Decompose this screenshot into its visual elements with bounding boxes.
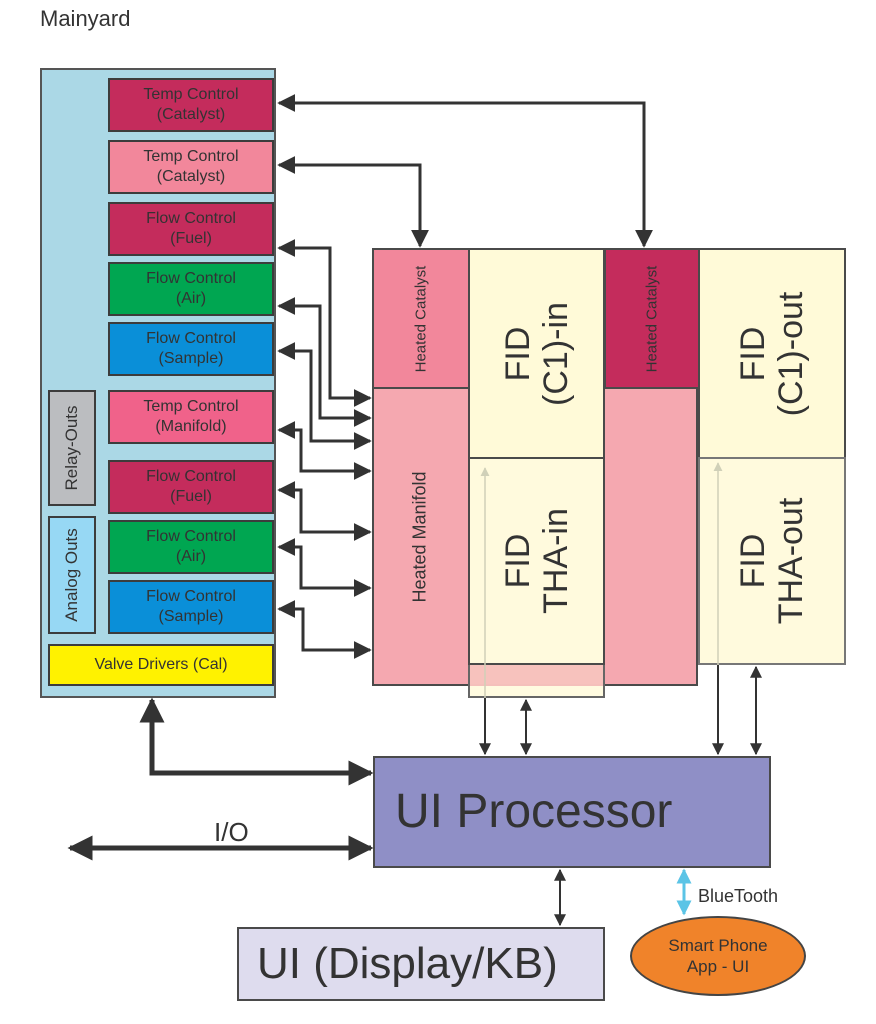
- module-line2: (Catalyst): [156, 106, 226, 123]
- module-flow-control-air-1[interactable]: Flow Control (Air): [108, 262, 274, 316]
- module-line2: (Fuel): [170, 488, 212, 505]
- fid-line1: FID: [498, 326, 537, 381]
- heated-catalyst-2[interactable]: Heated Catalyst: [604, 248, 700, 389]
- heated-catalyst-1[interactable]: Heated Catalyst: [372, 248, 470, 389]
- module-line2: (Sample): [158, 608, 224, 625]
- bluetooth-label: BlueTooth: [698, 886, 779, 906]
- fid-tha-out-label: FID THA-out: [734, 498, 810, 625]
- fid-line2: THA-in: [536, 508, 575, 614]
- module-line1: Flow Control: [146, 210, 236, 227]
- module-flow-control-fuel-2[interactable]: Flow Control (Fuel): [108, 460, 274, 514]
- module-line1: Temp Control: [143, 148, 239, 165]
- fid-line2: THA-out: [772, 497, 810, 625]
- link-flow-fuel-1: [277, 239, 372, 407]
- smart-phone-app[interactable]: Smart Phone App - UI: [630, 916, 806, 996]
- fid-line1: FID: [734, 533, 772, 589]
- module-line1: Flow Control: [146, 468, 236, 485]
- analog-outs-label: Analog Outs: [62, 528, 81, 622]
- fid-c1-out-label: FID (C1)-out: [734, 291, 810, 416]
- analog-outs-group: Analog Outs: [48, 516, 96, 634]
- module-line1: Flow Control: [146, 270, 236, 287]
- fid-tha-in[interactable]: FID THA-in: [468, 457, 605, 665]
- ui-processor[interactable]: UI Processor: [373, 756, 771, 868]
- fid-tha-out[interactable]: FID THA-out: [698, 457, 846, 665]
- module-temp-control-catalyst-2[interactable]: Temp Control (Catalyst): [108, 140, 274, 194]
- valve-drivers-label: Valve Drivers (Cal): [94, 656, 228, 673]
- heated-catalyst-2-label: Heated Catalyst: [643, 265, 661, 372]
- module-flow-control-sample-1[interactable]: Flow Control (Sample): [108, 322, 274, 376]
- module-line1: Flow Control: [146, 528, 236, 545]
- module-line1: Flow Control: [146, 330, 236, 347]
- link-flow-sample-2: [277, 600, 372, 659]
- link-flow-air-1: [277, 297, 372, 427]
- io-label: I/O: [214, 817, 249, 847]
- module-line2: (Manifold): [155, 418, 227, 435]
- fid-c1-in-label: FID (C1)-in: [499, 302, 575, 406]
- module-temp-control-catalyst-1[interactable]: Temp Control (Catalyst): [108, 78, 274, 132]
- link-temp-catalyst-1: [277, 94, 653, 248]
- valve-drivers-cal[interactable]: Valve Drivers (Cal): [48, 644, 274, 686]
- module-line1: Temp Control: [143, 86, 239, 103]
- fid-line2: (C1)-out: [772, 291, 810, 416]
- module-line2: (Fuel): [170, 230, 212, 247]
- relay-outs-group: Relay-Outs: [48, 390, 96, 506]
- module-flow-control-fuel-1[interactable]: Flow Control (Fuel): [108, 202, 274, 256]
- link-temp-manifold: [277, 421, 372, 480]
- mainyard-panel: Temp Control (Catalyst) Temp Control (Ca…: [40, 68, 276, 698]
- mainyard-title: Mainyard: [40, 6, 131, 31]
- module-line2: (Air): [175, 548, 207, 565]
- phone-line2: App - UI: [686, 957, 750, 976]
- fid-c1-in[interactable]: FID (C1)-in: [468, 248, 605, 459]
- link-flow-air-2: [277, 538, 372, 597]
- fid-line2: (C1)-in: [536, 301, 575, 406]
- link-mainyard-processor: [139, 697, 374, 786]
- module-line1: Temp Control: [143, 398, 239, 415]
- module-line2: (Air): [175, 290, 207, 307]
- fid-tha-in-label: FID THA-in: [499, 508, 575, 614]
- ui-processor-label: UI Processor: [395, 785, 673, 838]
- fid-line1: FID: [734, 326, 772, 381]
- module-flow-control-sample-2[interactable]: Flow Control (Sample): [108, 580, 274, 634]
- phone-line1: Smart Phone: [668, 936, 768, 955]
- fid-line1: FID: [498, 533, 537, 589]
- heated-manifold-label: Heated Manifold: [409, 470, 430, 603]
- module-line2: (Sample): [158, 350, 224, 367]
- link-flow-sample-1: [277, 342, 372, 450]
- module-flow-control-air-2[interactable]: Flow Control (Air): [108, 520, 274, 574]
- ui-display-kb[interactable]: UI (Display/KB): [237, 927, 605, 1001]
- module-line2: (Catalyst): [156, 168, 226, 185]
- link-flow-fuel-2: [277, 481, 372, 541]
- relay-outs-label: Relay-Outs: [62, 405, 81, 491]
- module-temp-control-manifold[interactable]: Temp Control (Manifold): [108, 390, 274, 444]
- manifold-overlap: [470, 665, 603, 686]
- link-temp-catalyst-2: [277, 156, 429, 248]
- fid-c1-out[interactable]: FID (C1)-out: [698, 248, 846, 459]
- heated-catalyst-1-label: Heated Catalyst: [412, 265, 430, 372]
- module-line1: Flow Control: [146, 588, 236, 605]
- ui-display-label: UI (Display/KB): [257, 939, 558, 988]
